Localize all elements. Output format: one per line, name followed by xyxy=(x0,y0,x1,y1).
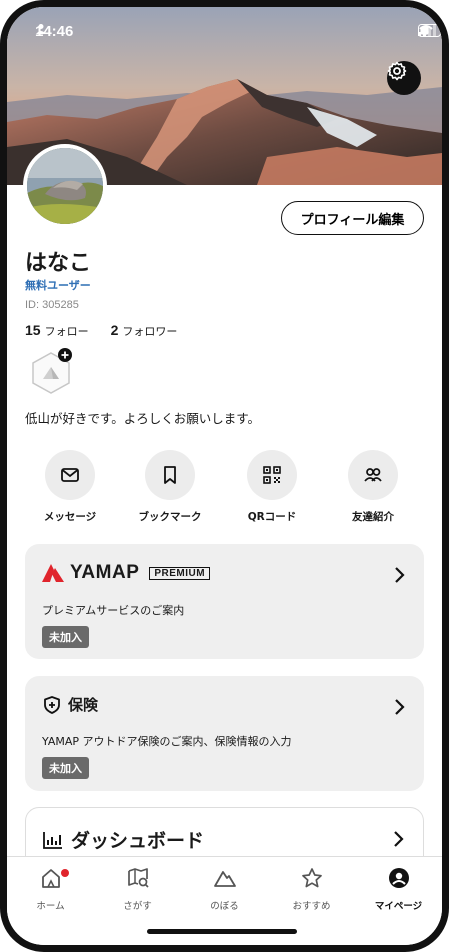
insurance-description: YAMAP アウトドア保険のご案内、保険情報の入力 xyxy=(42,735,292,748)
insurance-card[interactable]: 保険 YAMAP アウトドア保険のご案内、保険情報の入力 未加入 xyxy=(25,676,424,791)
profile-bio: 低山が好きです。よろしくお願いします。 xyxy=(25,411,261,426)
status-bar-time: 14:46 xyxy=(35,23,74,40)
gear-icon xyxy=(387,61,407,81)
following-label[interactable]: フォロー xyxy=(45,323,89,339)
premium-card[interactable]: YAMAP PREMIUM プレミアムサービスのご案内 未加入 xyxy=(25,544,424,659)
message-action[interactable]: メッセージ xyxy=(25,450,115,524)
plan-status-link[interactable]: 無料ユーザー xyxy=(25,277,91,293)
qr-code-icon xyxy=(263,466,281,484)
dashboard-title: ダッシュボード xyxy=(43,826,204,853)
bookmark-icon xyxy=(164,466,176,484)
quick-actions: メッセージ ブックマーク QRコード 友達紹介 xyxy=(25,450,425,530)
following-count[interactable]: 15 xyxy=(25,322,41,338)
phone-frame: 14:46 プロフィール編集 はなこ 無料ユーザー ID: 305285 15 … xyxy=(0,0,449,952)
user-circle-icon xyxy=(388,868,409,888)
user-id: ID: 305285 xyxy=(25,299,79,311)
users-icon xyxy=(364,468,382,482)
tab-climb[interactable]: のぼる xyxy=(181,867,268,912)
tab-search[interactable]: さがす xyxy=(94,867,181,912)
tab-home[interactable]: ホーム xyxy=(7,867,94,912)
shield-plus-icon xyxy=(44,695,60,714)
tab-mypage[interactable]: マイページ xyxy=(355,867,442,912)
add-badge-button[interactable] xyxy=(29,347,73,397)
chevron-right-icon xyxy=(395,567,405,583)
invite-friends-action[interactable]: 友達紹介 xyxy=(328,450,418,524)
map-search-icon xyxy=(127,868,149,888)
followers-count[interactable]: 2 xyxy=(111,322,119,338)
avatar[interactable] xyxy=(23,144,107,228)
home-icon xyxy=(41,869,60,888)
yamap-logo-icon xyxy=(42,564,64,582)
mail-icon xyxy=(61,468,79,482)
insurance-status-tag: 未加入 xyxy=(42,757,89,779)
edit-profile-button[interactable]: プロフィール編集 xyxy=(281,201,424,235)
chart-icon xyxy=(43,831,62,849)
star-icon xyxy=(301,868,322,888)
mountain-icon xyxy=(213,871,236,887)
chevron-right-icon xyxy=(394,831,404,847)
premium-status-tag: 未加入 xyxy=(42,626,89,648)
followers-label[interactable]: フォロワー xyxy=(122,323,177,339)
badge-hexagon-icon xyxy=(32,348,72,394)
premium-description: プレミアムサービスのご案内 xyxy=(42,604,185,617)
notification-dot xyxy=(61,869,69,877)
screen: 14:46 プロフィール編集 はなこ 無料ユーザー ID: 305285 15 … xyxy=(7,7,442,945)
home-indicator xyxy=(147,929,297,934)
person-status-icon xyxy=(36,24,46,34)
follow-stats: 15 フォロー 2 フォロワー xyxy=(25,322,177,339)
insurance-title: 保険 xyxy=(42,694,98,715)
avatar-photo xyxy=(27,148,103,224)
battery-icon xyxy=(418,24,442,37)
yamap-premium-logo: YAMAP PREMIUM xyxy=(42,562,211,584)
qr-code-action[interactable]: QRコード xyxy=(227,450,317,524)
tab-recommended[interactable]: おすすめ xyxy=(268,867,355,912)
chevron-right-icon xyxy=(395,699,405,715)
profile-name: はなこ xyxy=(25,251,92,276)
settings-button[interactable] xyxy=(387,61,421,95)
bookmark-action[interactable]: ブックマーク xyxy=(125,450,215,524)
